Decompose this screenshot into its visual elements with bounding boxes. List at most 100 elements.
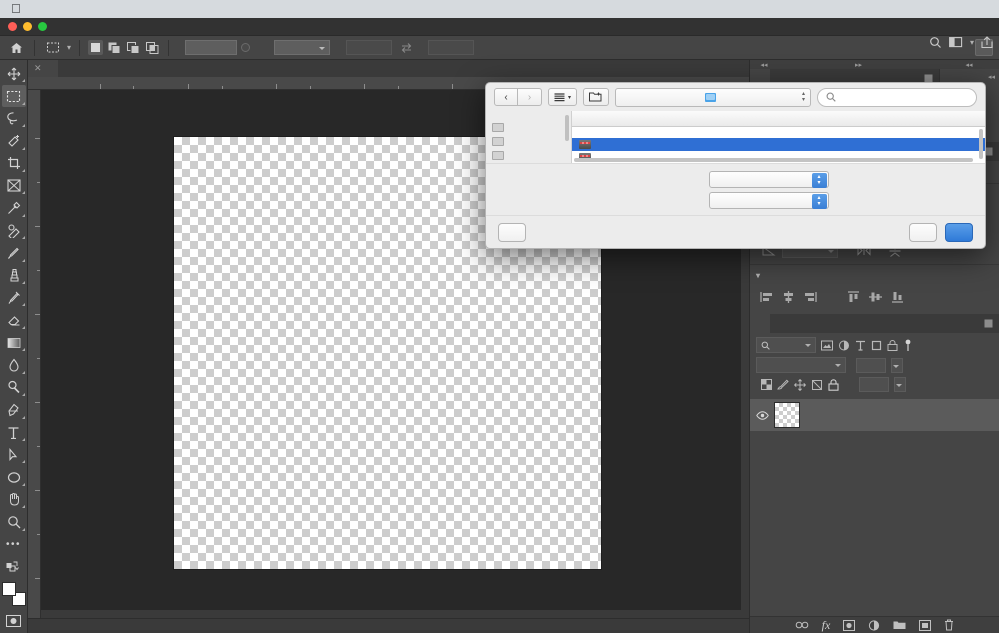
minimize-window-button[interactable]: [23, 22, 32, 31]
hand-tool[interactable]: [2, 489, 26, 510]
table-row[interactable]: [750, 399, 999, 431]
workspace-switcher-icon[interactable]: [949, 36, 963, 48]
menu-filter[interactable]: [142, 8, 158, 10]
width-input[interactable]: [346, 40, 393, 55]
ellipse-shape-tool[interactable]: [2, 466, 26, 487]
lasso-tool[interactable]: [2, 108, 26, 129]
quick-mask-icon[interactable]: [2, 611, 26, 632]
subtract-from-selection-button[interactable]: [126, 40, 141, 55]
panel-menu-icon[interactable]: [984, 314, 999, 333]
menu-photoshop[interactable]: [30, 8, 46, 10]
opacity-stepper[interactable]: [891, 357, 903, 373]
align-left-icon[interactable]: [760, 291, 773, 303]
swap-dimensions-icon[interactable]: [396, 38, 416, 58]
align-header[interactable]: ▾: [756, 269, 993, 282]
menu-3d[interactable]: [158, 8, 174, 10]
foreground-color-swatch[interactable]: [1, 582, 16, 597]
filter-type-icon[interactable]: [855, 340, 866, 351]
chevron-updown-icon[interactable]: ▴ ▾: [802, 91, 805, 103]
back-chevron-icon[interactable]: ‹: [494, 88, 518, 106]
menu-layer[interactable]: [94, 8, 110, 10]
close-window-button[interactable]: [8, 22, 17, 31]
layer-mask-icon[interactable]: [843, 619, 856, 631]
open-file-dialog[interactable]: ‹ › ▾ ▴ ▾ ▴ ▾ ▴ ▾: [485, 82, 986, 249]
history-brush-tool[interactable]: [2, 287, 26, 308]
close-icon[interactable]: ✕: [34, 63, 42, 74]
fill-input[interactable]: [859, 377, 889, 392]
zoom-tool[interactable]: [2, 511, 26, 532]
new-selection-button[interactable]: [88, 40, 104, 55]
new-adjustment-layer-icon[interactable]: [868, 619, 880, 631]
align-vertical-center-icon[interactable]: [869, 291, 882, 303]
menu-select[interactable]: [126, 8, 142, 10]
intersect-selection-button[interactable]: [145, 40, 160, 55]
align-right-icon[interactable]: [804, 291, 817, 303]
eraser-tool[interactable]: [2, 309, 26, 330]
collapse-icon[interactable]: ◂◂: [750, 60, 778, 69]
filter-adjustment-icon[interactable]: [838, 340, 850, 351]
rectangular-marquee-tool[interactable]: [1, 85, 26, 107]
gradient-tool[interactable]: [2, 332, 26, 353]
sidebar-item-old-drop[interactable]: [492, 148, 571, 162]
tab-layers[interactable]: [750, 314, 770, 333]
feather-input[interactable]: [185, 40, 238, 55]
chevron-down-icon[interactable]: ▾: [970, 38, 974, 47]
list-view-icon[interactable]: ▾: [548, 88, 578, 106]
menu-help[interactable]: [206, 8, 222, 10]
sidebar-item-mac-computer[interactable]: [492, 120, 571, 134]
add-to-selection-button[interactable]: [107, 40, 122, 55]
open-button[interactable]: [945, 222, 973, 242]
pen-tool[interactable]: [2, 399, 26, 420]
type-tool[interactable]: [2, 422, 26, 443]
lock-all-icon[interactable]: [828, 378, 839, 391]
list-item[interactable]: [572, 138, 985, 151]
file-list-horizontal-scrollbar[interactable]: [574, 158, 973, 162]
filter-pixel-icon[interactable]: [821, 340, 833, 351]
eyedropper-tool[interactable]: [2, 197, 26, 218]
file-list-body[interactable]: [572, 127, 985, 163]
document-tab[interactable]: ✕: [28, 60, 58, 77]
height-input[interactable]: [428, 40, 475, 55]
anti-alias-checkbox[interactable]: [241, 43, 251, 52]
collapse-icon[interactable]: ◂◂: [988, 73, 999, 81]
menu-edit[interactable]: [62, 8, 78, 10]
chevron-down-icon[interactable]: ▾: [756, 271, 760, 280]
layer-filter-kind-select[interactable]: [756, 337, 816, 353]
apple-logo-icon[interactable]: : [6, 2, 30, 17]
align-bottom-icon[interactable]: [891, 291, 904, 303]
tab-paths[interactable]: [790, 314, 810, 333]
file-list-vertical-scrollbar[interactable]: [979, 129, 983, 159]
layer-style-icon[interactable]: fx: [822, 618, 831, 633]
collapse-icon[interactable]: ▸▸: [778, 60, 939, 69]
options-button[interactable]: [498, 222, 526, 242]
crop-tool[interactable]: [2, 153, 26, 174]
path-selection-tool[interactable]: [2, 444, 26, 465]
menu-image[interactable]: [78, 8, 94, 10]
search-icon[interactable]: [929, 36, 942, 49]
blur-tool[interactable]: [2, 354, 26, 375]
lock-transparent-pixels-icon[interactable]: [761, 379, 772, 390]
align-horizontal-center-icon[interactable]: [782, 291, 795, 303]
sidebar-item-adobe-support[interactable]: [492, 134, 571, 148]
move-tool[interactable]: [2, 63, 26, 84]
filter-smart-object-icon[interactable]: [887, 339, 898, 351]
marquee-tool-icon[interactable]: [43, 38, 63, 58]
blend-mode-select[interactable]: [756, 357, 846, 373]
cancel-button[interactable]: [909, 222, 937, 242]
lock-position-icon[interactable]: [794, 378, 806, 391]
maximize-window-button[interactable]: [38, 22, 47, 31]
new-layer-icon[interactable]: [919, 619, 932, 631]
opacity-input[interactable]: [856, 357, 886, 373]
menu-type[interactable]: [110, 8, 126, 10]
dodge-tool[interactable]: [2, 377, 26, 398]
forward-chevron-icon[interactable]: ›: [518, 88, 542, 106]
enable-select[interactable]: ▴ ▾: [708, 171, 829, 188]
frame-tool[interactable]: [2, 175, 26, 196]
list-item[interactable]: [572, 127, 985, 138]
share-icon[interactable]: [981, 35, 993, 49]
tab-channels[interactable]: [770, 314, 790, 333]
color-swatches[interactable]: [1, 582, 26, 606]
eye-icon[interactable]: [756, 410, 769, 420]
link-layers-icon[interactable]: [795, 621, 809, 629]
panel-menu-icon[interactable]: [984, 142, 999, 161]
